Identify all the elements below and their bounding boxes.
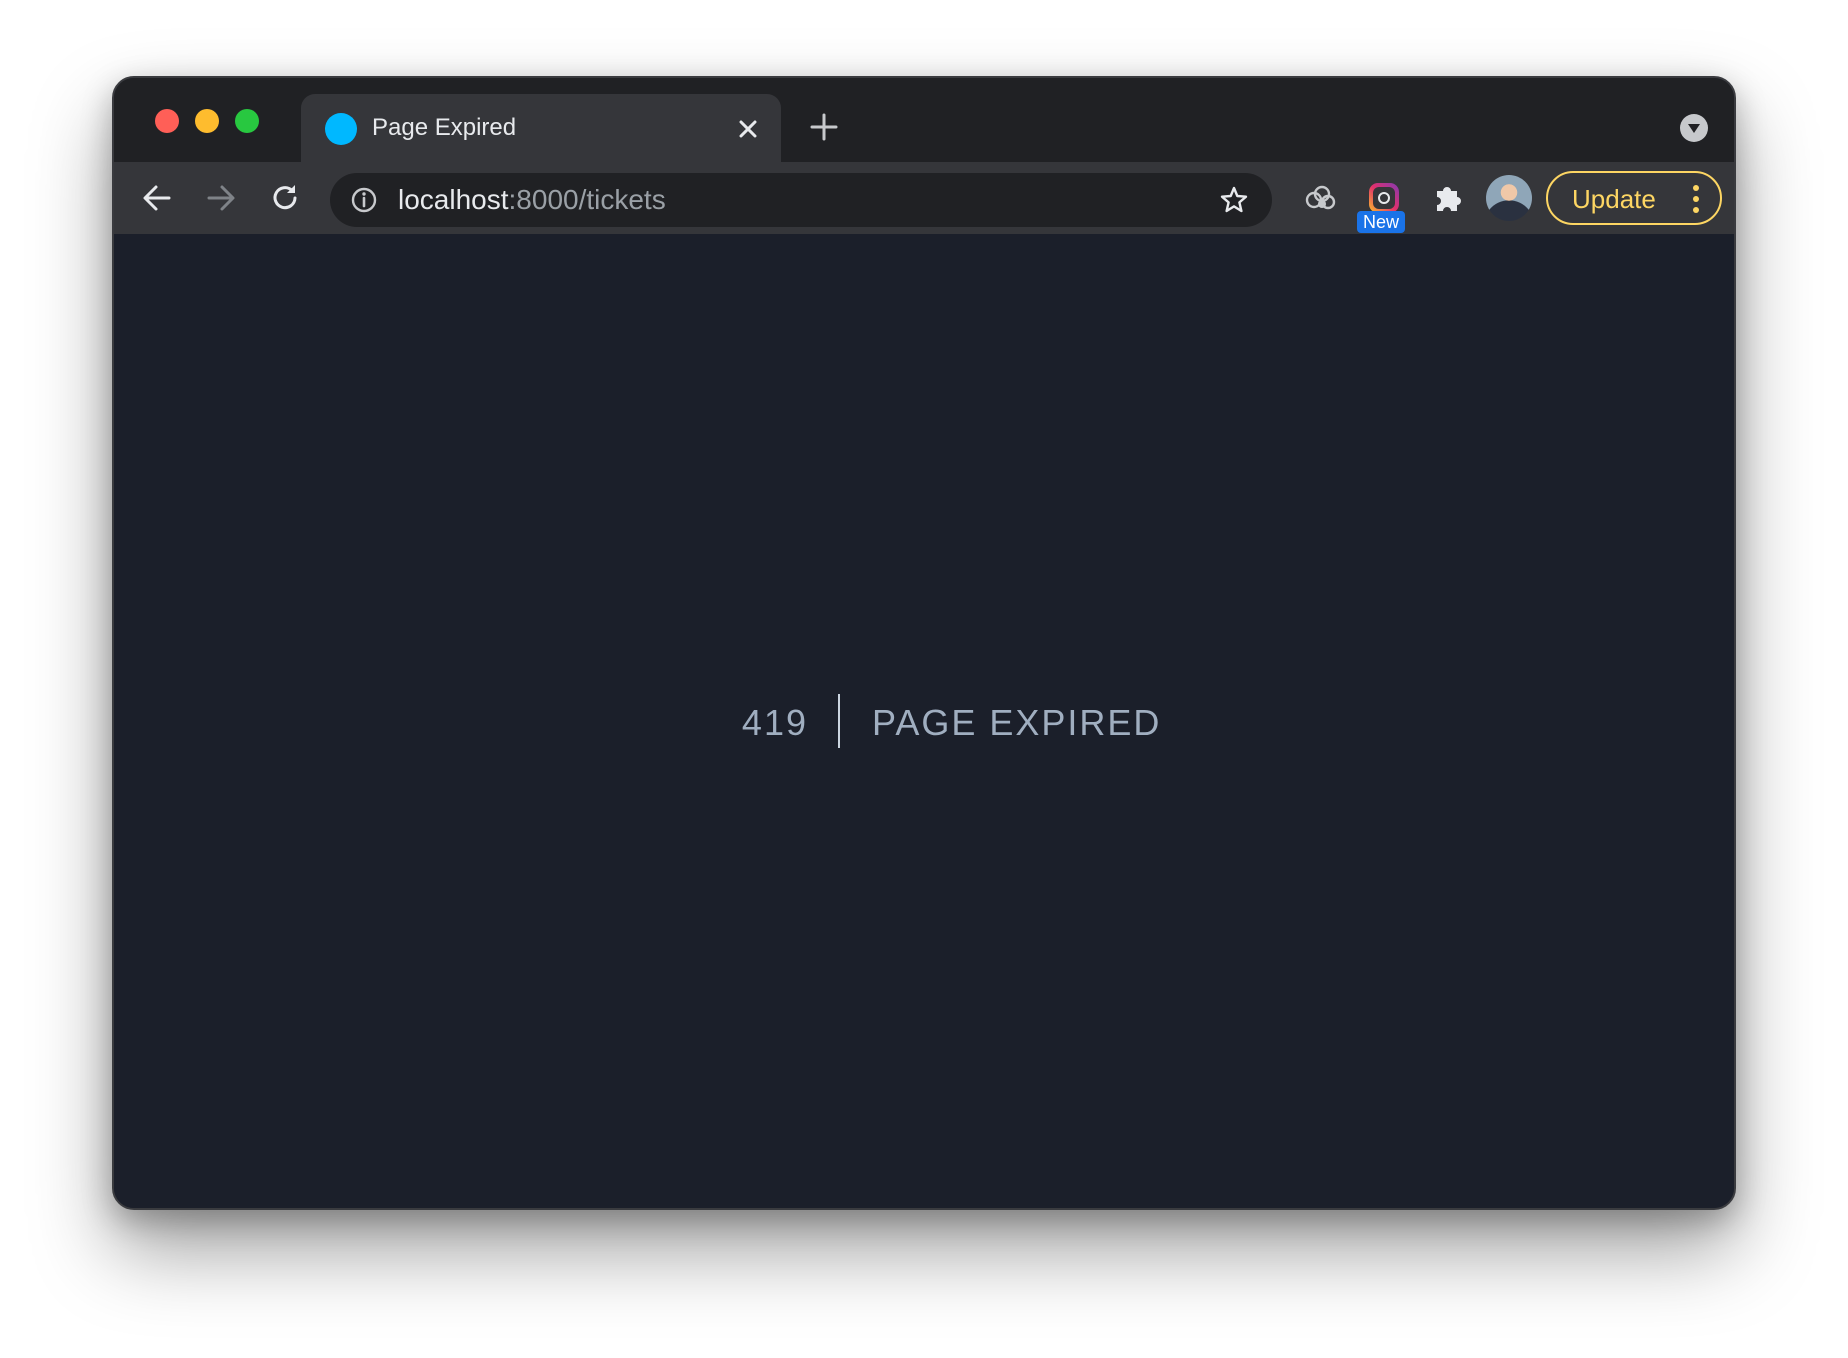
new-badge: New — [1357, 211, 1405, 233]
minimize-window-button[interactable] — [195, 109, 219, 133]
address-bar[interactable]: localhost:8000/tickets — [330, 173, 1272, 227]
maximize-window-button[interactable] — [235, 109, 259, 133]
close-window-button[interactable] — [155, 109, 179, 133]
plus-icon — [810, 113, 838, 141]
error-divider — [838, 694, 840, 748]
update-label: Update — [1572, 184, 1656, 214]
new-tab-button[interactable] — [808, 111, 840, 143]
reload-icon — [273, 185, 297, 210]
toolbar: localhost:8000/tickets New Update — [114, 162, 1734, 234]
title-bar: Page Expired — [114, 78, 1734, 162]
tab-page-expired[interactable]: Page Expired — [301, 94, 781, 162]
favicon-icon — [325, 113, 357, 145]
url-host: localhost — [398, 184, 509, 215]
clouds-extension-icon[interactable] — [1300, 178, 1340, 218]
star-icon[interactable] — [1218, 184, 1250, 216]
error-message: PAGE EXPIRED — [872, 702, 1162, 743]
update-button[interactable]: Update — [1546, 171, 1722, 225]
tab-title: Page Expired — [372, 114, 517, 141]
url-text: localhost:8000/tickets — [398, 184, 666, 216]
url-path: :8000/tickets — [508, 184, 666, 215]
error-block: 419 PAGE EXPIRED — [114, 234, 1734, 1208]
back-button[interactable] — [138, 179, 176, 217]
more-menu-icon[interactable] — [1692, 185, 1700, 213]
arrow-right-icon — [207, 185, 235, 211]
browser-window: Page Expired localhost:8000/tickets New … — [112, 76, 1736, 1210]
tab-search-button[interactable] — [1680, 114, 1708, 142]
close-icon[interactable] — [733, 114, 763, 144]
page-content: 419 PAGE EXPIRED — [114, 234, 1734, 1208]
chevron-down-icon — [1688, 124, 1700, 133]
puzzle-icon[interactable] — [1428, 178, 1468, 218]
error-code: 419 — [741, 702, 808, 743]
info-icon[interactable] — [349, 185, 379, 215]
reload-button[interactable] — [266, 179, 304, 217]
arrow-left-icon — [143, 185, 171, 211]
avatar[interactable] — [1486, 175, 1532, 221]
forward-button[interactable] — [202, 179, 240, 217]
